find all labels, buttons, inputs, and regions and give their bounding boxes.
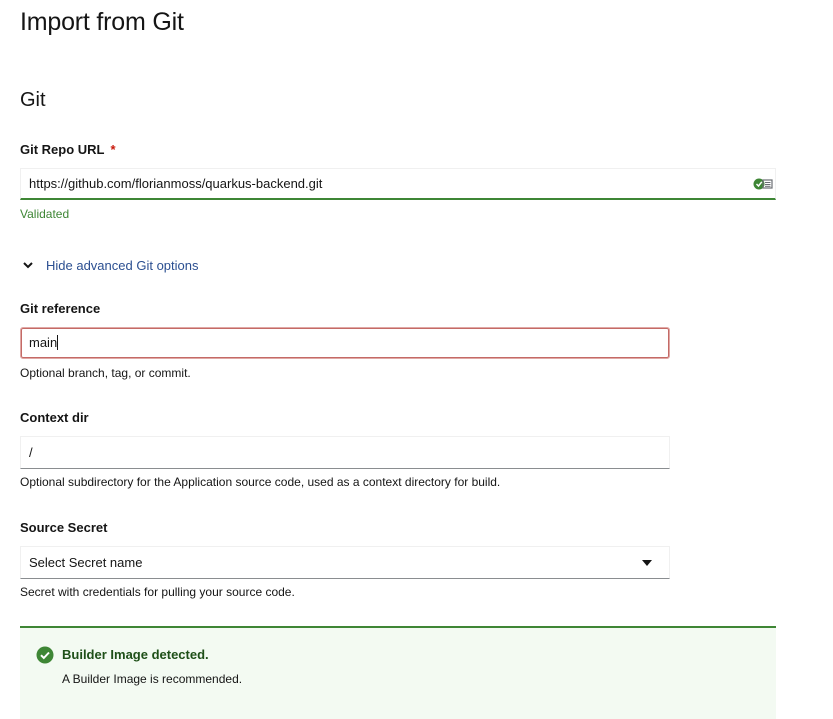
context-dir-value: / — [29, 445, 33, 460]
chevron-down-icon — [23, 262, 33, 269]
required-marker: * — [110, 142, 116, 157]
validated-icon — [753, 178, 773, 190]
alert-title: Builder Image detected. — [62, 647, 209, 662]
git-reference-label: Git reference — [20, 301, 101, 316]
git-reference-helper: Optional branch, tag, or commit. — [20, 366, 191, 380]
git-section-title: Git — [20, 89, 46, 111]
page-title: Import from Git — [20, 8, 184, 36]
caret-down-icon — [642, 560, 652, 566]
git-repo-url-label-text: Git Repo URL — [20, 142, 105, 157]
context-dir-label: Context dir — [20, 410, 89, 425]
check-circle-icon — [36, 646, 54, 664]
git-reference-input[interactable]: main — [20, 327, 670, 359]
git-reference-value: main — [29, 335, 58, 350]
source-secret-selected: Select Secret name — [29, 555, 143, 570]
builder-image-alert: Builder Image detected. A Builder Image … — [20, 626, 776, 719]
alert-body: A Builder Image is recommended. — [62, 672, 243, 686]
source-secret-helper: Secret with credentials for pulling your… — [20, 585, 295, 599]
advanced-git-options-toggle[interactable]: Hide advanced Git options — [20, 256, 198, 274]
advanced-git-options-label: Hide advanced Git options — [46, 257, 199, 273]
git-repo-url-label: Git Repo URL * — [20, 141, 116, 159]
git-repo-url-value: https://github.com/florianmoss/quarkus-b… — [29, 176, 323, 191]
git-repo-url-validation-text: Validated — [20, 207, 70, 221]
context-dir-input[interactable]: / — [20, 436, 670, 469]
text-cursor — [57, 335, 59, 350]
git-repo-url-input[interactable]: https://github.com/florianmoss/quarkus-b… — [20, 168, 776, 200]
source-secret-select[interactable]: Select Secret name — [20, 546, 670, 579]
context-dir-helper: Optional subdirectory for the Applicatio… — [20, 475, 501, 489]
source-secret-label: Source Secret — [20, 520, 108, 535]
import-from-git-page: Import from Git Git Git Repo URL * https:… — [0, 0, 833, 719]
